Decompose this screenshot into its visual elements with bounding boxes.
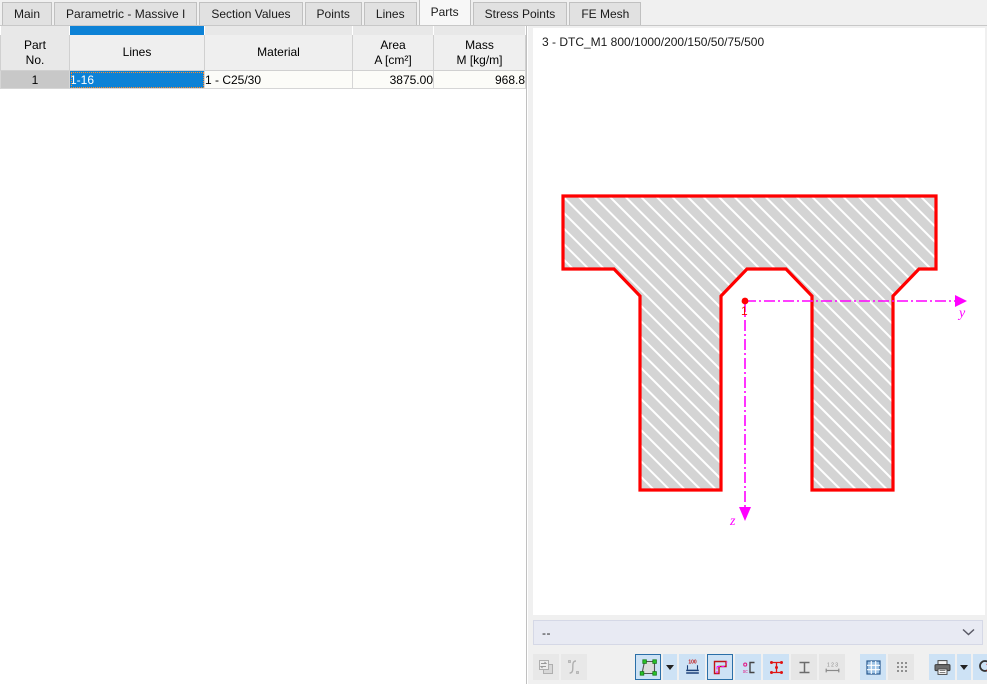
print-dropdown-arrow[interactable] [957,654,971,680]
tab-strip: Main Parametric - Massive I Section Valu… [0,0,987,26]
parts-table-header-row: Part No. Lines Material Area A [cm²] Mas… [0,35,526,71]
stress-points-icon[interactable] [763,654,789,680]
section-view-selector-value: -- [542,625,551,640]
transfer-section-icon[interactable] [533,654,559,680]
column-header-material[interactable]: Material [204,35,353,71]
column-header-area[interactable]: Area A [cm²] [352,35,434,71]
axis-z-label: z [729,514,736,529]
section-canvas[interactable]: 3 - DTC_M1 800/1000/200/150/50/75/500 y … [533,28,985,615]
column-selection-indicator-row [0,26,526,35]
selind-mass[interactable] [433,26,526,35]
axis-z-arrowhead [739,507,751,521]
column-header-material-line2: Material [257,45,300,59]
coordinate-system-icon[interactable]: y [707,654,733,680]
section-profile-shape [561,194,938,492]
column-header-lines[interactable]: Lines [69,35,205,71]
column-header-area-line1: Area [380,37,406,52]
section-view-toolbar: 100 y sc 1 2 3 [533,651,987,683]
chevron-down-icon[interactable] [954,627,982,639]
shear-center-icon[interactable]: sc [735,654,761,680]
tab-main[interactable]: Main [2,2,53,25]
column-header-mass-line2: M [kg/m] [456,52,503,67]
tab-parametric-massive-i[interactable]: Parametric - Massive I [54,2,198,25]
selind-part-no[interactable] [0,26,70,35]
cell-part-no[interactable]: 1 [0,70,70,89]
cell-material[interactable]: 1 - C25/30 [204,70,353,89]
origin-point-label: 1 [741,304,748,318]
selind-lines[interactable] [69,26,205,35]
tab-fe-mesh[interactable]: FE Mesh [569,2,642,25]
column-header-part-no[interactable]: Part No. [0,35,70,71]
axis-y-label: y [957,306,966,321]
cell-area[interactable]: 3875.00 [352,70,434,89]
svg-text:100: 100 [688,659,697,665]
render-dropdown-arrow[interactable] [663,654,677,680]
column-header-lines-line2: Lines [122,45,152,59]
column-header-area-line2: A [cm²] [374,52,412,67]
section-outline-icon[interactable] [791,654,817,680]
column-header-mass[interactable]: Mass M [kg/m] [433,35,526,71]
parts-table: Part No. Lines Material Area A [cm²] Mas… [0,26,526,89]
tab-stress-points[interactable]: Stress Points [472,2,568,25]
numbering-icon[interactable]: 1 2 3 [819,654,845,680]
print-icon[interactable] [929,654,955,680]
tab-lines[interactable]: Lines [363,2,417,25]
column-header-part-no-line1: Part [23,37,46,52]
render-solid-icon[interactable] [635,654,661,680]
section-title: 3 - DTC_M1 800/1000/200/150/50/75/500 [542,35,765,49]
column-header-mass-line1: Mass [465,37,494,52]
column-header-part-no-line2: No. [25,52,45,67]
parts-table-panel: Part No. Lines Material Area A [cm²] Mas… [0,26,527,684]
dimensions-icon[interactable]: 100 [679,654,705,680]
table-row[interactable]: 1 1-16 1 - C25/30 3875.00 968.8 [0,70,526,89]
selind-area[interactable] [352,26,434,35]
section-view-panel: 3 - DTC_M1 800/1000/200/150/50/75/500 y … [528,26,987,684]
section-curve-icon[interactable] [561,654,587,680]
selind-material[interactable] [204,26,353,35]
cell-mass[interactable]: 968.8 [433,70,526,89]
tab-section-values[interactable]: Section Values [199,2,303,25]
svg-text:1 2 3: 1 2 3 [826,662,837,668]
section-view-selector[interactable]: -- [533,620,983,645]
chevron-down-icon [666,664,674,670]
tab-points[interactable]: Points [304,2,362,25]
chevron-down-icon [960,664,968,670]
reset-zoom-icon[interactable] [973,654,987,680]
svg-text:sc: sc [742,669,748,675]
svg-text:y: y [724,659,728,664]
cross-section-drawing: y z 1 [561,194,967,529]
fe-mesh-grid-icon[interactable] [860,654,886,680]
tab-parts[interactable]: Parts [418,0,471,25]
cell-lines[interactable]: 1-16 [69,70,205,89]
point-grid-icon[interactable] [888,654,914,680]
